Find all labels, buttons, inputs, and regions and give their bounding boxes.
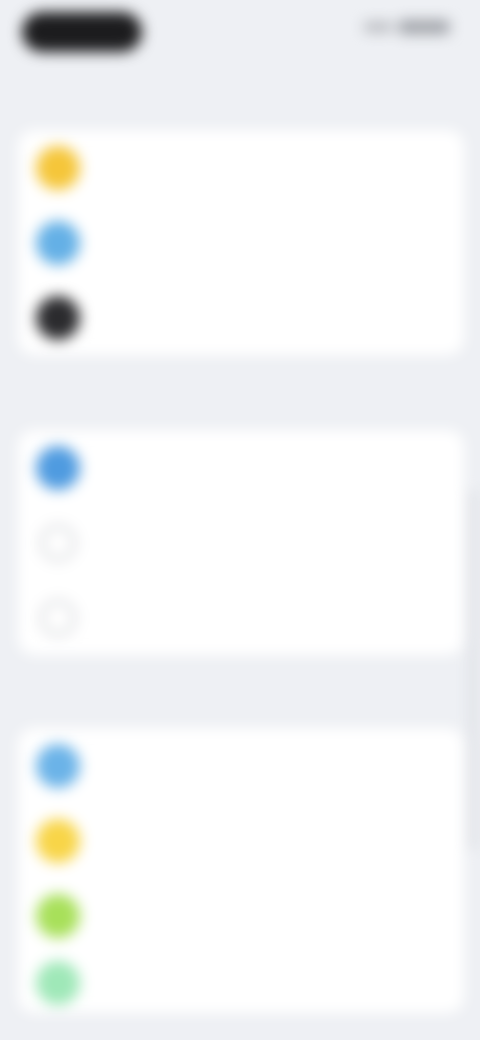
blurred-content bbox=[0, 0, 480, 1040]
settings-screen bbox=[0, 0, 480, 1040]
status-time bbox=[22, 12, 142, 52]
page-title bbox=[0, 70, 480, 100]
settings-row[interactable] bbox=[18, 580, 464, 655]
settings-row[interactable] bbox=[18, 280, 464, 355]
settings-row[interactable] bbox=[18, 878, 464, 953]
settings-row[interactable] bbox=[18, 953, 464, 1013]
settings-group-2 bbox=[18, 430, 464, 655]
battery-icon bbox=[398, 20, 450, 34]
display-icon bbox=[36, 220, 80, 265]
status-bar bbox=[0, 8, 480, 54]
settings-row[interactable] bbox=[18, 505, 464, 580]
settings-row[interactable] bbox=[18, 803, 464, 878]
settings-group-1 bbox=[18, 130, 464, 355]
settings-group-3 bbox=[18, 728, 464, 1013]
signal-icon bbox=[364, 22, 392, 32]
settings-row[interactable] bbox=[18, 430, 464, 505]
adaptive-icon bbox=[36, 445, 80, 490]
moon-icon bbox=[36, 295, 80, 340]
status-icons bbox=[364, 20, 450, 34]
theme-icon bbox=[36, 818, 80, 863]
settings-row[interactable] bbox=[18, 130, 464, 205]
settings-row[interactable] bbox=[18, 728, 464, 803]
leaf-icon bbox=[36, 893, 80, 938]
wallpaper-icon bbox=[36, 743, 80, 788]
circle-outline-icon bbox=[40, 524, 76, 561]
scrollbar[interactable] bbox=[470, 490, 476, 850]
sun-icon bbox=[36, 145, 80, 190]
settings-row[interactable] bbox=[18, 205, 464, 280]
eye-icon bbox=[36, 961, 80, 1005]
circle-outline-icon bbox=[40, 599, 76, 636]
